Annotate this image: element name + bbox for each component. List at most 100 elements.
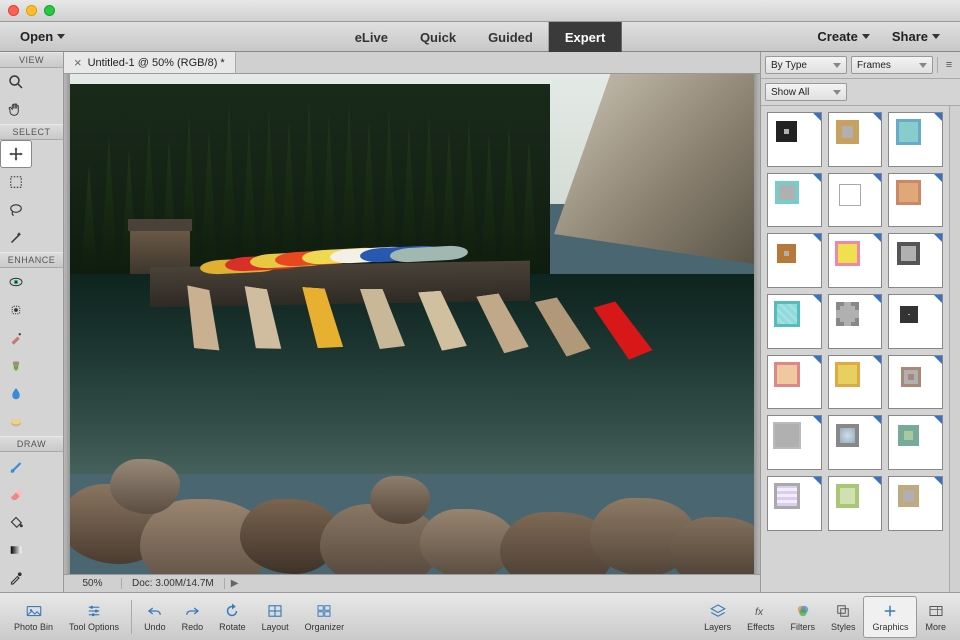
mode-tab-quick[interactable]: Quick xyxy=(404,22,472,52)
eraser-tool[interactable] xyxy=(0,480,32,508)
frame-thumbnail[interactable] xyxy=(828,355,883,410)
frame-thumbnail[interactable] xyxy=(828,294,883,349)
sort-dropdown[interactable]: By Type xyxy=(765,56,847,74)
dropdown-caret-icon xyxy=(932,34,940,39)
document-tab[interactable]: × Untitled-1 @ 50% (RGB/8) * xyxy=(64,52,236,73)
frame-thumbnail[interactable] xyxy=(767,476,822,531)
window-zoom-button[interactable] xyxy=(44,5,55,16)
frame-thumbnail[interactable] xyxy=(888,173,943,228)
open-menu[interactable]: Open xyxy=(12,29,73,44)
undo-button[interactable]: Undo xyxy=(136,596,174,638)
styles-icon xyxy=(833,602,853,620)
undo-icon xyxy=(145,602,165,620)
create-label: Create xyxy=(817,29,857,44)
frame-thumbnail[interactable] xyxy=(767,233,822,288)
frame-thumbnail[interactable] xyxy=(888,415,943,470)
toolbox-section-select: SELECT xyxy=(0,124,63,140)
category-dropdown[interactable]: Frames xyxy=(851,56,933,74)
rotate-button[interactable]: Rotate xyxy=(211,596,254,638)
blur-tool[interactable] xyxy=(0,380,32,408)
marquee-tool[interactable] xyxy=(0,168,32,196)
brush-tool[interactable] xyxy=(0,452,32,480)
move-tool[interactable] xyxy=(0,140,32,168)
mode-tab-elive[interactable]: eLive xyxy=(339,22,404,52)
styles-button[interactable]: Styles xyxy=(823,596,864,638)
frame-thumbnail[interactable] xyxy=(888,112,943,167)
document-tabs: × Untitled-1 @ 50% (RGB/8) * xyxy=(64,52,760,74)
document-info[interactable]: Doc: 3.00M/14.7M xyxy=(122,578,225,589)
frame-thumbnail[interactable] xyxy=(888,476,943,531)
window-close-button[interactable] xyxy=(8,5,19,16)
canvas-viewport[interactable] xyxy=(64,74,760,574)
redeye-tool[interactable] xyxy=(0,268,32,296)
frame-thumbnail[interactable] xyxy=(828,112,883,167)
tool-options-button[interactable]: Tool Options xyxy=(61,596,127,638)
redo-icon xyxy=(182,602,202,620)
layers-icon xyxy=(708,602,728,620)
frame-thumbnail[interactable] xyxy=(767,294,822,349)
create-menu[interactable]: Create xyxy=(809,29,877,44)
mode-tab-expert[interactable]: Expert xyxy=(549,22,621,52)
eyedropper-tool[interactable] xyxy=(0,564,32,592)
graphics-icon xyxy=(880,602,900,620)
sponge-tool[interactable] xyxy=(0,408,32,436)
document-area: × Untitled-1 @ 50% (RGB/8) * xyxy=(64,52,760,592)
mode-tab-guided[interactable]: Guided xyxy=(472,22,549,52)
filter-dropdown[interactable]: Show All xyxy=(765,83,847,101)
frame-thumbnail[interactable] xyxy=(888,294,943,349)
window-titlebar xyxy=(0,0,960,22)
bottom-taskbar: Photo BinTool Options UndoRedoRotateLayo… xyxy=(0,592,960,640)
close-icon[interactable]: × xyxy=(74,56,82,69)
graphics-button[interactable]: Graphics xyxy=(863,596,917,638)
frame-thumbnail[interactable] xyxy=(828,233,883,288)
photo-bin-button[interactable]: Photo Bin xyxy=(6,596,61,638)
smart-brush-tool[interactable] xyxy=(0,324,32,352)
dropdown-caret-icon xyxy=(833,63,841,68)
frame-thumbnail[interactable] xyxy=(888,355,943,410)
hand-tool[interactable] xyxy=(0,96,32,124)
rotate-icon xyxy=(222,602,242,620)
filters-button[interactable]: Filters xyxy=(782,596,823,638)
toolbox: VIEW SELECT ENHANCE DRAW xyxy=(0,52,64,592)
redo-button[interactable]: Redo xyxy=(174,596,212,638)
paint-bucket-tool[interactable] xyxy=(0,508,32,536)
frame-thumbnail[interactable] xyxy=(767,355,822,410)
toolbox-section-draw: DRAW xyxy=(0,436,63,452)
canvas[interactable] xyxy=(70,74,754,574)
photo-rocks xyxy=(70,424,754,574)
organizer-icon xyxy=(314,602,334,620)
layers-button[interactable]: Layers xyxy=(696,596,739,638)
zoom-tool[interactable] xyxy=(0,68,32,96)
organizer-button[interactable]: Organizer xyxy=(297,596,353,638)
clone-stamp-tool[interactable] xyxy=(0,352,32,380)
zoom-level[interactable]: 50% xyxy=(64,578,122,589)
magic-wand-tool[interactable] xyxy=(0,224,32,252)
effects-button[interactable]: fxEffects xyxy=(739,596,782,638)
panel-scrollbar[interactable] xyxy=(949,106,960,592)
frame-thumbnail[interactable] xyxy=(828,476,883,531)
frame-thumbnail[interactable] xyxy=(767,173,822,228)
share-menu[interactable]: Share xyxy=(884,29,948,44)
tool-options-icon xyxy=(84,602,104,620)
frames-grid xyxy=(761,106,949,592)
toolbox-section-enhance: ENHANCE xyxy=(0,252,63,268)
frame-thumbnail[interactable] xyxy=(828,173,883,228)
window-minimize-button[interactable] xyxy=(26,5,37,16)
gradient-tool[interactable] xyxy=(0,536,32,564)
document-statusbar: 50% Doc: 3.00M/14.7M ▶ xyxy=(64,574,760,592)
spot-heal-tool[interactable] xyxy=(0,296,32,324)
statusbar-arrow-icon[interactable]: ▶ xyxy=(225,578,245,589)
lasso-tool[interactable] xyxy=(0,196,32,224)
dropdown-caret-icon xyxy=(919,63,927,68)
frame-thumbnail[interactable] xyxy=(767,415,822,470)
frame-thumbnail[interactable] xyxy=(828,415,883,470)
frame-thumbnail[interactable] xyxy=(888,233,943,288)
more-button[interactable]: More xyxy=(917,596,954,638)
graphics-panel: By Type Frames ≡ Show All xyxy=(760,52,960,592)
svg-text:fx: fx xyxy=(755,605,764,617)
separator xyxy=(131,600,132,634)
panel-menu-icon[interactable]: ≡ xyxy=(942,59,956,71)
frame-thumbnail[interactable] xyxy=(767,112,822,167)
share-label: Share xyxy=(892,29,928,44)
layout-button[interactable]: Layout xyxy=(254,596,297,638)
